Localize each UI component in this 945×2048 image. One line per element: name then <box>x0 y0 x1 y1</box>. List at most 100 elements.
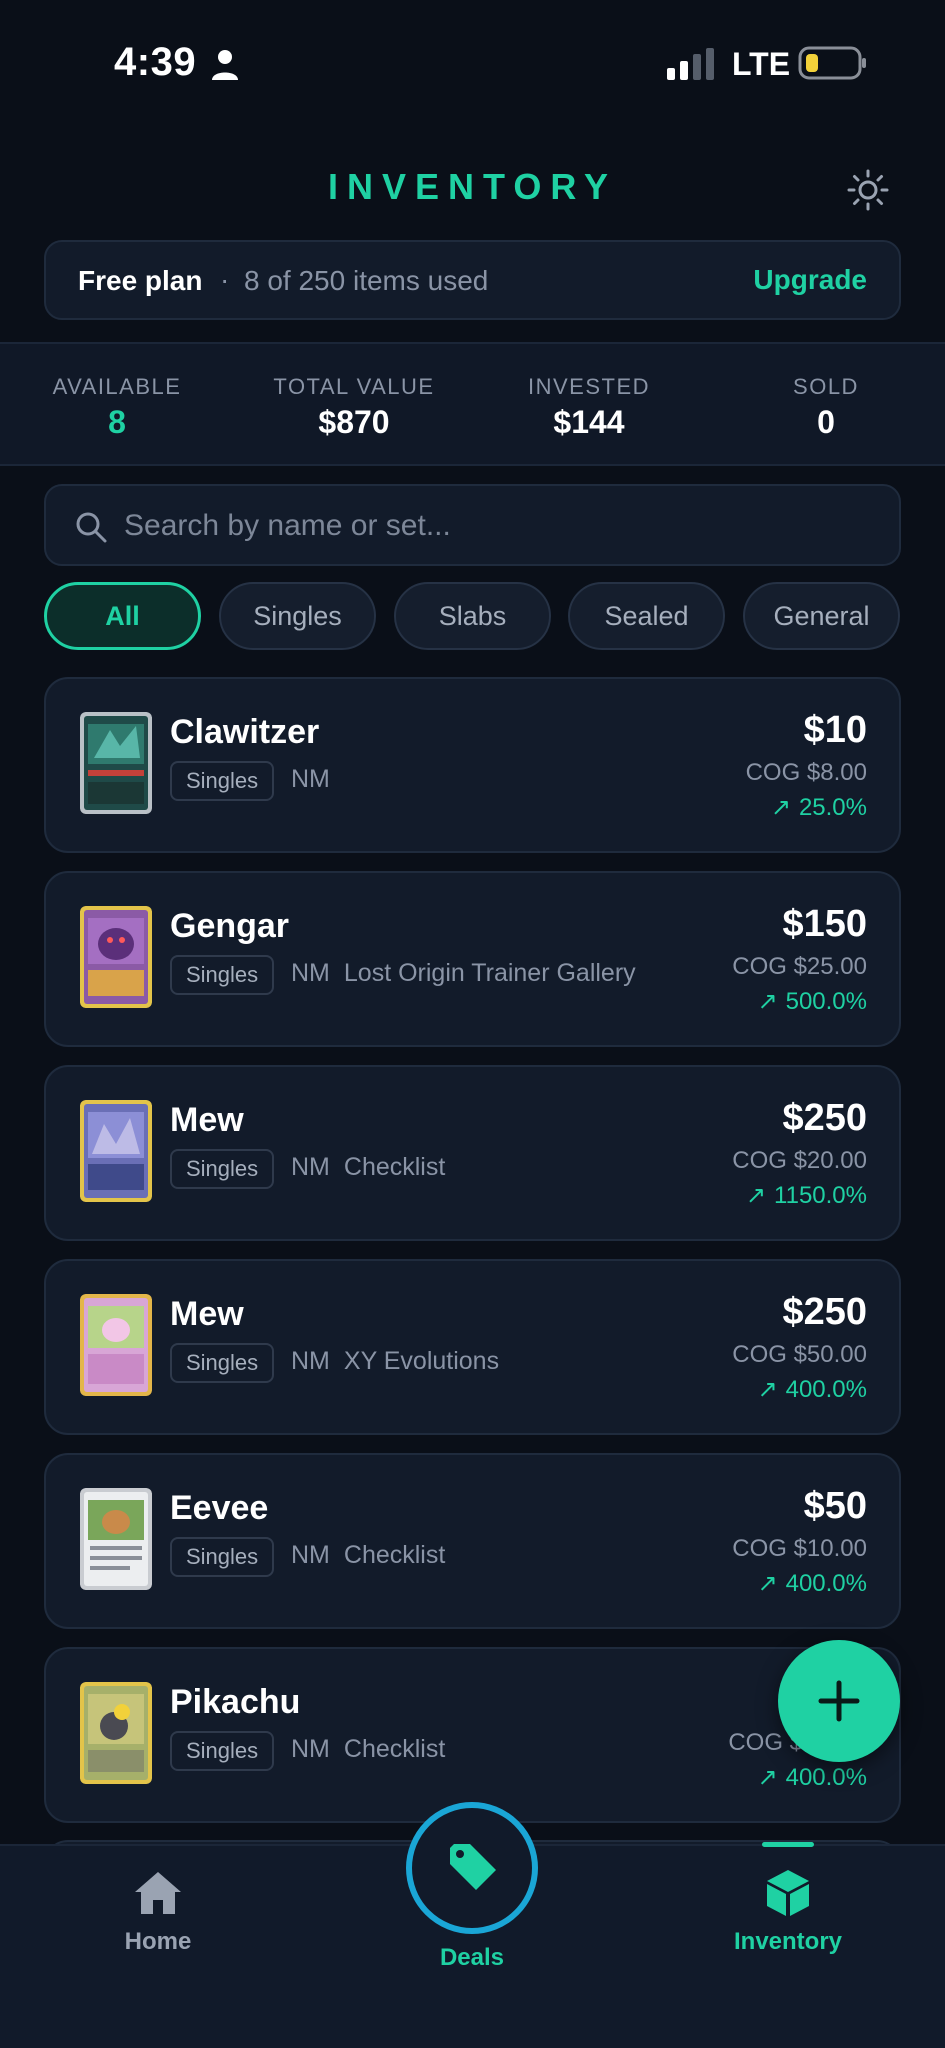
inventory-item-card[interactable]: Mew Singles NM Checklist $250 COG $20.00 … <box>44 1065 901 1241</box>
item-gain: ↗ 500.0% <box>757 987 867 1016</box>
category-badge: Singles <box>170 1343 275 1383</box>
search-input[interactable] <box>124 504 864 548</box>
arrow-up-right-icon: ↗ <box>757 1376 778 1403</box>
stat-value: $144 <box>553 404 625 440</box>
arrow-up-right-icon: ↗ <box>757 988 778 1015</box>
item-gain: ↗ 400.0% <box>757 1569 867 1598</box>
stat-value: 0 <box>817 404 835 440</box>
battery-icon <box>798 46 866 80</box>
inventory-item-card[interactable]: Gengar Singles NM Lost Origin Trainer Gal… <box>44 871 901 1047</box>
inventory-item-card[interactable]: Mew Singles NM XY Evolutions $250 COG $50… <box>44 1259 901 1435</box>
category-badge: Singles <box>170 761 275 801</box>
plan-usage: 8 of 250 items used <box>244 265 489 296</box>
theme-toggle-sun-icon[interactable] <box>846 168 890 212</box>
nav-inventory-label: Inventory <box>733 1928 843 1955</box>
item-name: Gengar <box>170 907 290 945</box>
inventory-item-card[interactable]: Pikachu Singles NM Checklist COG $ ↗ 400.0… <box>44 1647 901 1823</box>
item-cog: COG $8.00 <box>745 759 867 786</box>
card-thumbnail <box>80 906 152 1008</box>
category-badge: Singles <box>170 1731 275 1771</box>
inventory-item-card[interactable]: Clawitzer Singles NM $10 COG $8.00 ↗ 25.0… <box>44 677 901 853</box>
nav-home-label: Home <box>124 1928 192 1955</box>
stat-label: INVESTED <box>527 374 651 399</box>
filter-chip-singles[interactable]: Singles <box>219 582 376 650</box>
filter-chip-slabs[interactable]: Slabs <box>394 582 551 650</box>
set-name: Checklist <box>343 1541 446 1569</box>
item-gain: ↗ 25.0% <box>771 793 867 822</box>
gain-value: 500.0% <box>785 988 867 1015</box>
nav-home[interactable]: Home <box>58 1846 258 1956</box>
category-badge: Singles <box>170 1149 275 1189</box>
arrow-up-right-icon: ↗ <box>757 1570 778 1597</box>
filter-chip-all[interactable]: All <box>44 582 201 650</box>
filter-chips: All Singles Slabs Sealed General <box>44 582 914 650</box>
status-time: 4:39 <box>114 40 197 84</box>
item-price: $50 <box>803 1485 867 1527</box>
set-name: Checklist <box>343 1735 446 1763</box>
nav-active-indicator <box>762 1842 814 1847</box>
card-thumbnail <box>80 1294 152 1396</box>
category-badge: Singles <box>170 1537 275 1577</box>
item-meta: NM Lost Origin Trainer Gallery <box>291 959 636 988</box>
gain-value: 25.0% <box>798 794 867 821</box>
condition: NM <box>291 1735 330 1763</box>
condition: NM <box>291 959 330 987</box>
home-icon <box>135 1872 181 1914</box>
nav-deals-button[interactable] <box>406 1802 538 1934</box>
plan-name: Free plan <box>78 265 203 296</box>
stat-available: AVAILABLE 8 <box>7 374 227 441</box>
condition: NM <box>291 1153 330 1181</box>
item-gain: ↗ 400.0% <box>757 1375 867 1404</box>
item-name: Clawitzer <box>170 713 320 751</box>
condition: NM <box>291 1347 330 1375</box>
item-meta: NM XY Evolutions <box>291 1347 499 1376</box>
stat-label: SOLD <box>793 374 859 399</box>
network-label: LTE <box>732 46 791 82</box>
item-meta: NM Checklist <box>291 1735 445 1764</box>
item-cog: COG $20.00 <box>732 1147 867 1174</box>
status-bar: 4:39 LTE <box>0 0 945 120</box>
filter-chip-sealed[interactable]: Sealed <box>568 582 725 650</box>
nav-inventory[interactable]: Inventory <box>688 1846 888 1956</box>
add-item-button[interactable] <box>778 1640 900 1762</box>
gain-value: 400.0% <box>785 1376 867 1403</box>
item-price: $10 <box>803 709 867 751</box>
stat-label: TOTAL VALUE <box>273 374 435 399</box>
card-thumbnail <box>80 1488 152 1590</box>
cube-icon <box>767 1870 809 1916</box>
item-price: $250 <box>782 1291 867 1333</box>
gain-value: 400.0% <box>785 1570 867 1597</box>
arrow-up-right-icon: ↗ <box>757 1764 778 1791</box>
tag-icon <box>450 1844 496 1890</box>
stats-bar: AVAILABLE 8 TOTAL VALUE $870 INVESTED $1… <box>0 342 945 466</box>
condition: NM <box>291 765 330 793</box>
nav-deals-label[interactable]: Deals <box>372 1944 572 1972</box>
condition: NM <box>291 1541 330 1569</box>
item-gain: ↗ 400.0% <box>757 1763 867 1792</box>
gain-value: 400.0% <box>785 1764 867 1791</box>
stat-value: 8 <box>108 404 126 440</box>
person-icon <box>212 50 238 80</box>
item-name: Pikachu <box>170 1683 301 1721</box>
category-badge: Singles <box>170 955 275 995</box>
plan-banner: Free plan · 8 of 250 items used Upgrade <box>44 240 901 320</box>
item-price: $150 <box>782 903 867 945</box>
card-thumbnail <box>80 712 152 814</box>
upgrade-button[interactable]: Upgrade <box>753 264 867 296</box>
item-meta: NM <box>291 765 344 794</box>
set-name: Checklist <box>343 1153 446 1181</box>
item-cog: COG $50.00 <box>732 1341 867 1368</box>
stat-sold: SOLD 0 <box>716 374 936 441</box>
plus-icon <box>818 1680 860 1722</box>
filter-chip-general[interactable]: General <box>743 582 900 650</box>
inventory-item-card[interactable]: Eevee Singles NM Checklist $50 COG $10.00… <box>44 1453 901 1629</box>
item-gain: ↗ 1150.0% <box>746 1181 867 1210</box>
item-price: $250 <box>782 1097 867 1139</box>
item-meta: NM Checklist <box>291 1541 445 1570</box>
item-name: Mew <box>170 1101 244 1139</box>
stat-total-value: TOTAL VALUE $870 <box>244 374 464 441</box>
item-cog: COG $10.00 <box>732 1535 867 1562</box>
card-thumbnail <box>80 1682 152 1784</box>
arrow-up-right-icon: ↗ <box>745 1182 767 1209</box>
search-bar[interactable] <box>44 484 901 566</box>
